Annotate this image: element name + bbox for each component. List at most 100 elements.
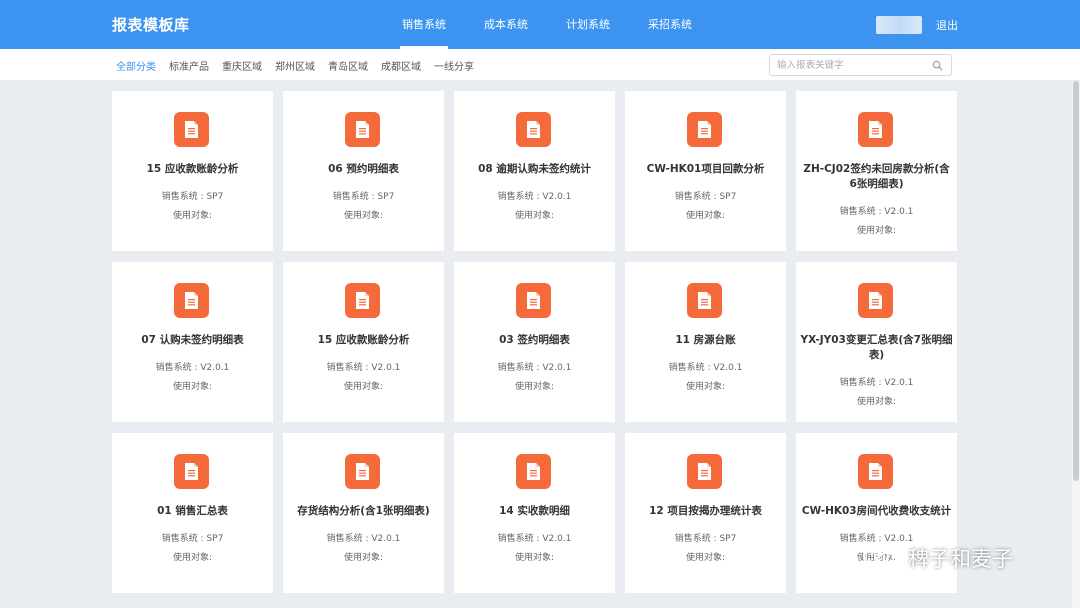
file-icon	[356, 463, 369, 480]
category-chengdu[interactable]: 成都区域	[381, 58, 421, 73]
card-title: CW-HK01项目回款分析	[646, 163, 765, 175]
card-system-version: 销售系统 : SP7	[332, 192, 395, 202]
category-qingdao[interactable]: 青岛区域	[328, 58, 368, 73]
report-card[interactable]: 07 认购未签约明细表 销售系统 : V2.0.1 使用对象:	[112, 262, 273, 422]
file-icon	[356, 121, 369, 138]
file-icon	[698, 121, 711, 138]
report-card[interactable]: 06 预约明细表 销售系统 : SP7 使用对象:	[283, 91, 444, 251]
document-icon	[174, 112, 209, 147]
card-title: 15 应收款账龄分析	[317, 334, 410, 346]
card-title: YX-JY03变更汇总表(含7张明细表)	[800, 334, 953, 361]
card-target-users: 使用对象:	[685, 382, 726, 392]
card-target-users: 使用对象:	[172, 211, 213, 221]
report-card[interactable]: YX-JY03变更汇总表(含7张明细表) 销售系统 : V2.0.1 使用对象:	[796, 262, 957, 422]
card-system-version: 销售系统 : V2.0.1	[668, 363, 743, 373]
document-icon	[174, 454, 209, 489]
card-system-version: 销售系统 : V2.0.1	[326, 534, 401, 544]
card-target-users: 使用对象:	[172, 382, 213, 392]
file-icon	[185, 463, 198, 480]
system-tabs: 销售系统 成本系统 计划系统 采招系统	[400, 0, 728, 49]
report-card[interactable]: 15 应收款账龄分析 销售系统 : SP7 使用对象:	[112, 91, 273, 251]
report-card[interactable]: 12 项目按揭办理统计表 销售系统 : SP7 使用对象:	[625, 433, 786, 593]
logout-link[interactable]: 退出	[936, 17, 958, 33]
card-target-users: 使用对象:	[856, 226, 897, 236]
file-icon	[698, 463, 711, 480]
search-icon[interactable]	[932, 60, 943, 71]
report-card[interactable]: ZH-CJ02签约未回房款分析(含6张明细表) 销售系统 : V2.0.1 使用对象…	[796, 91, 957, 251]
report-card[interactable]: 15 应收款账龄分析 销售系统 : V2.0.1 使用对象:	[283, 262, 444, 422]
card-title: 15 应收款账龄分析	[146, 163, 239, 175]
card-system-version: 销售系统 : V2.0.1	[839, 378, 914, 388]
card-title: 11 房源台账	[675, 334, 736, 346]
wechat-logo-icon	[863, 545, 898, 570]
card-title: 03 签约明细表	[499, 334, 570, 346]
document-icon	[858, 112, 893, 147]
card-target-users: 使用对象:	[514, 553, 555, 563]
card-title: 12 项目按揭办理统计表	[649, 505, 762, 517]
document-icon	[858, 283, 893, 318]
file-icon	[869, 121, 882, 138]
report-card[interactable]: 01 销售汇总表 销售系统 : SP7 使用对象:	[112, 433, 273, 593]
card-target-users: 使用对象:	[514, 382, 555, 392]
card-title: 14 实收款明细	[499, 505, 570, 517]
document-icon	[687, 454, 722, 489]
report-card[interactable]: 14 实收款明细 销售系统 : V2.0.1 使用对象:	[454, 433, 615, 593]
tab-cost-system[interactable]: 成本系统	[482, 0, 530, 49]
card-system-version: 销售系统 : V2.0.1	[155, 363, 230, 373]
card-system-version: 销售系统 : SP7	[161, 534, 224, 544]
scrollbar[interactable]	[1072, 81, 1080, 608]
card-title: 存货结构分析(含1张明细表)	[297, 505, 430, 517]
document-icon	[687, 112, 722, 147]
tab-procurement-system[interactable]: 采招系统	[646, 0, 694, 49]
card-target-users: 使用对象:	[685, 553, 726, 563]
file-icon	[185, 121, 198, 138]
category-frontline-share[interactable]: 一线分享	[434, 58, 474, 73]
file-icon	[869, 463, 882, 480]
card-title: 06 预约明细表	[328, 163, 399, 175]
category-filters: 全部分类 标准产品 重庆区域 郑州区域 青岛区域 成都区域 一线分享	[116, 58, 487, 73]
top-navigation-bar: 报表模板库 销售系统 成本系统 计划系统 采招系统 退出	[0, 0, 1080, 49]
category-standard-product[interactable]: 标准产品	[169, 58, 209, 73]
category-chongqing[interactable]: 重庆区域	[222, 58, 262, 73]
scrollbar-thumb[interactable]	[1073, 81, 1079, 481]
document-icon	[516, 454, 551, 489]
watermark: 稗子和麦子	[862, 543, 1013, 573]
report-card[interactable]: 03 签约明细表 销售系统 : V2.0.1 使用对象:	[454, 262, 615, 422]
document-icon	[858, 454, 893, 489]
category-all[interactable]: 全部分类	[116, 58, 156, 73]
card-system-version: 销售系统 : V2.0.1	[497, 192, 572, 202]
file-icon	[869, 292, 882, 309]
card-system-version: 销售系统 : V2.0.1	[497, 363, 572, 373]
category-bar: 全部分类 标准产品 重庆区域 郑州区域 青岛区域 成都区域 一线分享	[0, 49, 1080, 81]
card-system-version: 销售系统 : V2.0.1	[326, 363, 401, 373]
card-target-users: 使用对象:	[343, 211, 384, 221]
user-name-blurred[interactable]	[876, 16, 922, 34]
card-target-users: 使用对象:	[685, 211, 726, 221]
file-icon	[356, 292, 369, 309]
report-card[interactable]: 08 逾期认购未签约统计 销售系统 : V2.0.1 使用对象:	[454, 91, 615, 251]
card-system-version: 销售系统 : V2.0.1	[839, 207, 914, 217]
card-system-version: 销售系统 : SP7	[674, 192, 737, 202]
card-system-version: 销售系统 : V2.0.1	[497, 534, 572, 544]
report-card[interactable]: CW-HK01项目回款分析 销售系统 : SP7 使用对象:	[625, 91, 786, 251]
card-title: 01 销售汇总表	[157, 505, 228, 517]
card-target-users: 使用对象:	[343, 382, 384, 392]
card-target-users: 使用对象:	[343, 553, 384, 563]
tab-plan-system[interactable]: 计划系统	[564, 0, 612, 49]
search-input[interactable]	[777, 58, 927, 73]
card-system-version: 销售系统 : SP7	[161, 192, 224, 202]
document-icon	[345, 454, 380, 489]
report-card[interactable]: 存货结构分析(含1张明细表) 销售系统 : V2.0.1 使用对象:	[283, 433, 444, 593]
document-icon	[516, 112, 551, 147]
card-title: 08 逾期认购未签约统计	[478, 163, 591, 175]
report-card[interactable]: 11 房源台账 销售系统 : V2.0.1 使用对象:	[625, 262, 786, 422]
file-icon	[698, 292, 711, 309]
document-icon	[516, 283, 551, 318]
card-target-users: 使用对象:	[514, 211, 555, 221]
card-target-users: 使用对象:	[856, 397, 897, 407]
category-zhengzhou[interactable]: 郑州区域	[275, 58, 315, 73]
document-icon	[687, 283, 722, 318]
card-title: CW-HK03房间代收费收支统计	[801, 505, 952, 517]
tab-sales-system[interactable]: 销售系统	[400, 0, 448, 49]
app-title: 报表模板库	[112, 16, 190, 34]
